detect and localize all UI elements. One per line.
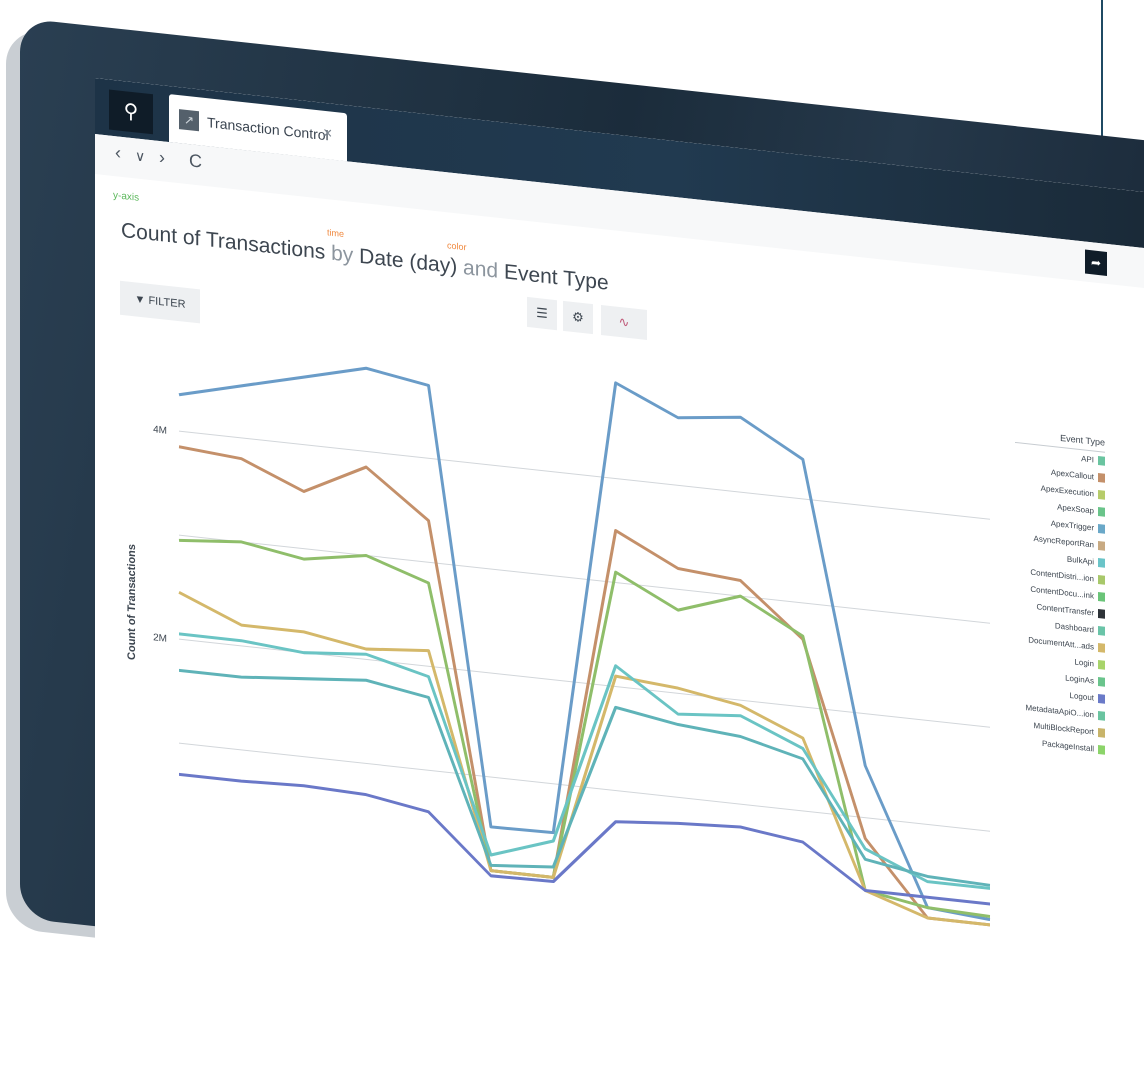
legend-swatch bbox=[1098, 473, 1105, 484]
legend-swatch bbox=[1098, 745, 1105, 756]
legend-swatch bbox=[1098, 660, 1105, 671]
legend-label: LoginAs bbox=[1065, 673, 1094, 686]
legend: Event Type API ApexCallout ApexExecution Ap… bbox=[1015, 427, 1105, 759]
legend-swatch bbox=[1098, 541, 1105, 552]
legend-label: BulkApi bbox=[1066, 554, 1094, 567]
legend-swatch bbox=[1098, 507, 1105, 518]
legend-label: AsyncReportRan bbox=[1033, 533, 1094, 550]
legend-label: Logout bbox=[1069, 690, 1094, 703]
series-line-api[interactable] bbox=[178, 335, 991, 922]
legend-label: Dashboard bbox=[1054, 621, 1094, 635]
series-line-asyncreportran[interactable] bbox=[178, 591, 990, 927]
legend-label: ApexCallout bbox=[1050, 467, 1094, 482]
legend-swatch bbox=[1098, 694, 1105, 705]
line-chart: 2M 4M Count of Transactions bbox=[126, 335, 991, 927]
y-tick-label: 4M bbox=[153, 424, 167, 436]
legend-swatch bbox=[1098, 677, 1105, 688]
legend-label: ApexExecution bbox=[1040, 483, 1094, 499]
legend-label: PackageInstall bbox=[1041, 738, 1094, 754]
legend-swatch bbox=[1098, 524, 1105, 535]
legend-label: Login bbox=[1074, 657, 1094, 669]
legend-swatch bbox=[1098, 643, 1105, 654]
legend-swatch bbox=[1098, 609, 1105, 620]
gridline bbox=[179, 430, 990, 520]
legend-swatch bbox=[1098, 728, 1105, 739]
legend-swatch bbox=[1098, 711, 1105, 722]
legend-swatch bbox=[1098, 592, 1105, 603]
legend-swatch bbox=[1098, 575, 1105, 586]
legend-label: ApexSoap bbox=[1057, 502, 1094, 516]
series-line-apexexecution[interactable] bbox=[178, 525, 991, 925]
series-line-apextrigger[interactable] bbox=[179, 618, 990, 909]
legend-swatch bbox=[1098, 558, 1105, 569]
legend-label: ApexTrigger bbox=[1050, 518, 1094, 533]
monitor-screen: ⚲ ↗ Transaction Control × ‹ ∨ › C ➦ y-ax… bbox=[95, 78, 1144, 1092]
legend-swatch bbox=[1098, 626, 1105, 637]
legend-swatch bbox=[1098, 456, 1105, 467]
legend-label: API bbox=[1081, 454, 1094, 465]
legend-label: ContentTransfer bbox=[1036, 602, 1094, 618]
legend-label: DocumentAtt...ads bbox=[1028, 635, 1094, 652]
y-axis-label: Count of Transactions bbox=[126, 543, 138, 660]
legend-swatch bbox=[1098, 490, 1105, 501]
y-tick-label: 2M bbox=[153, 632, 167, 644]
